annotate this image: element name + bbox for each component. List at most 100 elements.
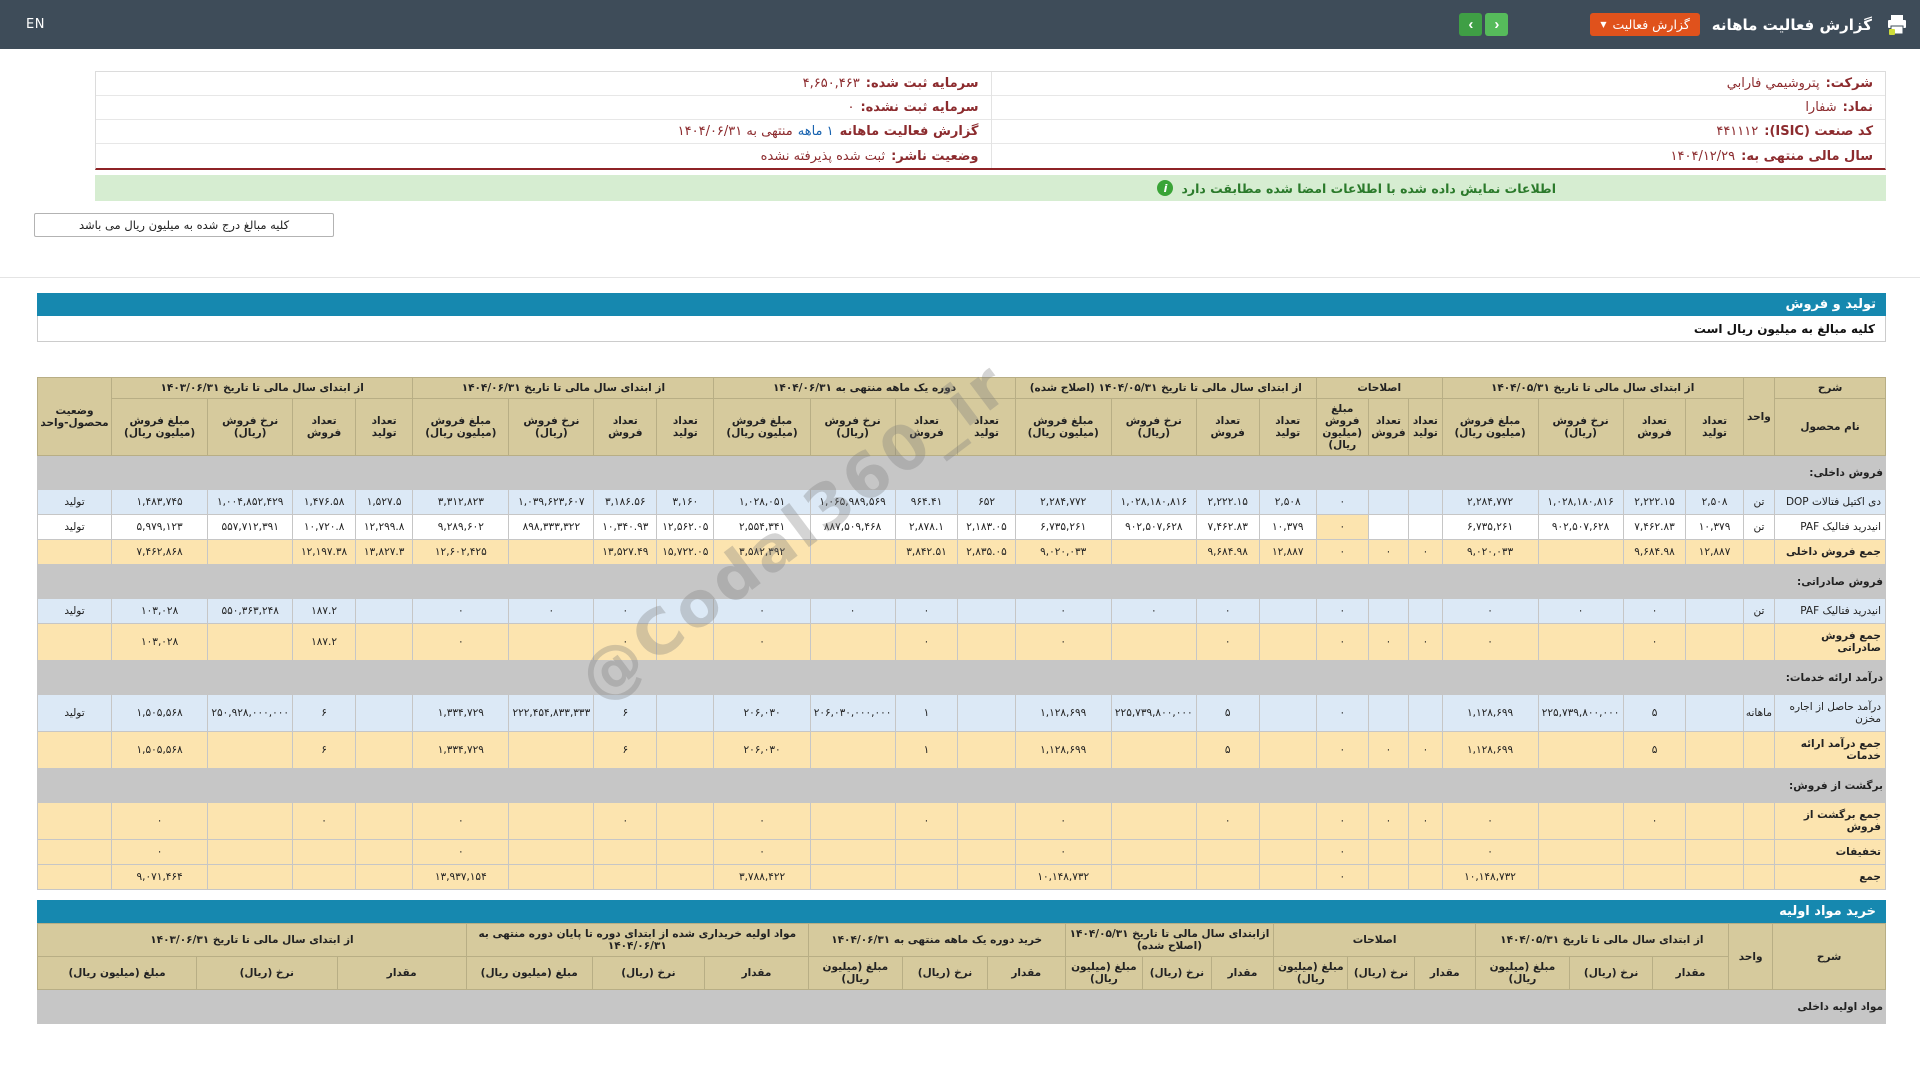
table-cell: انیدرید فتالیک PAF <box>1774 598 1886 624</box>
table-cell: ۰ <box>412 598 510 624</box>
table-cell <box>36 864 113 890</box>
amounts-unit-note-button[interactable]: کلیه مبالغ درج شده به میلیون ریال می باش… <box>34 213 334 237</box>
table-cell <box>36 623 113 661</box>
table-cell <box>1685 731 1744 769</box>
column-header: مبلغ (میلیون ریال) <box>1273 956 1349 990</box>
info-grid: شرکت: پتروشيمي فارابي نماد: شفارا کد صنعت (I… <box>95 71 1886 170</box>
info-value: ثبت شده پذیرفته نشده <box>760 148 886 164</box>
table-cell: ۲,۸۷۸.۱ <box>894 514 959 540</box>
table-cell: ۳,۸۴۲.۵۱ <box>894 539 959 565</box>
table-cell <box>1110 623 1197 661</box>
table-cell <box>1367 514 1410 540</box>
table-cell: ۰ <box>1014 839 1112 865</box>
table-cell: ۰ <box>1195 598 1260 624</box>
table-cell: ۰ <box>1315 802 1369 840</box>
table-row: فروش داخلی: <box>36 455 1886 490</box>
column-header: مواد اولیه خریداری شده از ابتدای دوره تا… <box>465 923 809 957</box>
info-row: کد صنعت (ISIC): ۴۴۱۱۱۲ <box>991 120 1885 144</box>
table-cell: ۹,۶۸۴.۹۸ <box>1195 539 1260 565</box>
table-cell <box>1622 864 1687 890</box>
table-cell: ۰ <box>1315 839 1369 865</box>
table-cell: ۱۰,۱۴۸,۷۳۲ <box>1441 864 1539 890</box>
report-type-dropdown[interactable]: گزارش فعالیت ▼ <box>1590 13 1700 36</box>
info-highlight: ۱ ماهه <box>797 124 834 139</box>
table-cell: ۰ <box>1367 802 1410 840</box>
table-cell <box>809 839 896 865</box>
column-header: از ابتدای سال مالی تا تاریخ ۱۴۰۳/۰۶/۳۱ <box>37 923 467 957</box>
table-cell <box>1685 802 1744 840</box>
column-header: مقدار <box>986 956 1066 990</box>
table-cell: ۷,۴۶۲,۸۶۸ <box>111 539 209 565</box>
prev-report-button[interactable]: ‹ <box>1459 13 1483 36</box>
table-cell: ۱,۱۲۸,۶۹۹ <box>1014 731 1112 769</box>
table-cell <box>1685 694 1744 732</box>
column-header: مقدار <box>1652 956 1729 990</box>
language-toggle-en[interactable]: EN <box>26 17 45 32</box>
table-cell <box>957 694 1016 732</box>
table-cell: ۹,۲۸۹,۶۰۲ <box>412 514 510 540</box>
table-cell: ۱,۰۲۸,۱۸۰,۸۱۶ <box>1110 489 1197 515</box>
table-cell <box>36 802 113 840</box>
table-cell <box>354 802 414 840</box>
table-cell: تخفیفات <box>1774 839 1886 865</box>
table-cell: ۰ <box>1315 539 1369 565</box>
table-cell <box>1685 623 1744 661</box>
table-cell: ۱۰,۷۲۰.۸ <box>292 514 356 540</box>
production-sales-table: شرح واحد از ابتدای سال مالی تا تاریخ ۱۴۰۴/… <box>36 377 1886 890</box>
table-cell <box>656 802 715 840</box>
table-cell <box>1742 864 1776 890</box>
table-cell <box>292 839 356 865</box>
table-cell: ۰ <box>1014 802 1112 840</box>
table-cell <box>1258 731 1317 769</box>
table-cell <box>207 839 294 865</box>
table-cell <box>354 731 414 769</box>
table-cell: ۱۲,۸۸۷ <box>1258 539 1317 565</box>
column-header: نرخ (ریال) <box>1142 956 1212 990</box>
table-cell: ۰ <box>1367 731 1410 769</box>
table-cell <box>36 839 113 865</box>
table-cell <box>894 864 959 890</box>
table-cell <box>1367 489 1410 515</box>
table-cell: جمع برگشت از فروش <box>1774 802 1886 840</box>
column-header: نرخ فروش (ریال) <box>809 398 896 456</box>
table-cell <box>957 864 1016 890</box>
top-bar: گزارش فعالیت ماهانه گزارش فعالیت ▼ › ‹ E… <box>0 0 1920 49</box>
column-header: تعداد فروش <box>1367 398 1410 456</box>
table-cell: ۹,۰۲۰,۰۳۳ <box>1441 539 1539 565</box>
info-value: شفارا <box>1805 100 1837 115</box>
table-cell <box>1258 694 1317 732</box>
table-cell: ۱,۰۲۸,۰۵۱ <box>713 489 811 515</box>
table-cell <box>656 864 715 890</box>
table-cell: جمع درآمد ارائه خدمات <box>1774 731 1886 769</box>
table-cell <box>207 802 294 840</box>
table-cell: ۰ <box>713 623 811 661</box>
report-type-label: گزارش فعالیت <box>1612 17 1690 32</box>
column-header: نرخ (ریال) <box>901 956 988 990</box>
print-icon[interactable] <box>1884 13 1910 37</box>
column-header: نام محصول <box>1774 398 1886 456</box>
amounts-subtitle-bar: کلیه مبالغ به میلیون ریال است <box>37 316 1886 342</box>
info-label: سرمایه ثبت نشده: <box>860 100 979 115</box>
table-cell: ۱۳,۵۲۷.۴۹ <box>593 539 658 565</box>
table-cell <box>207 539 294 565</box>
table-cell <box>36 731 113 769</box>
table-cell: ۳,۷۸۸,۴۲۲ <box>713 864 811 890</box>
table-cell <box>1742 539 1776 565</box>
table-cell: ۰ <box>1367 539 1410 565</box>
table-cell: ۰ <box>1014 623 1112 661</box>
table-cell <box>508 802 595 840</box>
column-header: تعداد تولید <box>1685 398 1744 456</box>
table-cell: ۰ <box>1195 623 1260 661</box>
table-cell <box>1537 864 1624 890</box>
column-header: از ابتدای سال مالی تا تاریخ ۱۴۰۴/۰۵/۳۱ <box>1441 377 1744 399</box>
info-label: سال مالی منتهی به: <box>1741 148 1873 164</box>
table-cell: ۲,۵۰۸ <box>1258 489 1317 515</box>
table-cell <box>36 660 1776 695</box>
next-report-button[interactable]: › <box>1485 13 1509 36</box>
table-cell: ۱۲,۲۹۹.۸ <box>354 514 414 540</box>
column-header: از ابتدای سال مالی تا تاریخ ۱۴۰۴/۰۵/۳۱ <box>1474 923 1729 957</box>
table-cell: جمع فروش صادراتی <box>1774 623 1886 661</box>
report-info-column: سرمایه ثبت شده: ۴,۶۵۰,۴۶۳ سرمایه ثبت نشده:… <box>96 72 991 168</box>
table-cell: ۱,۱۲۸,۶۹۹ <box>1014 694 1112 732</box>
table-cell <box>1195 839 1260 865</box>
